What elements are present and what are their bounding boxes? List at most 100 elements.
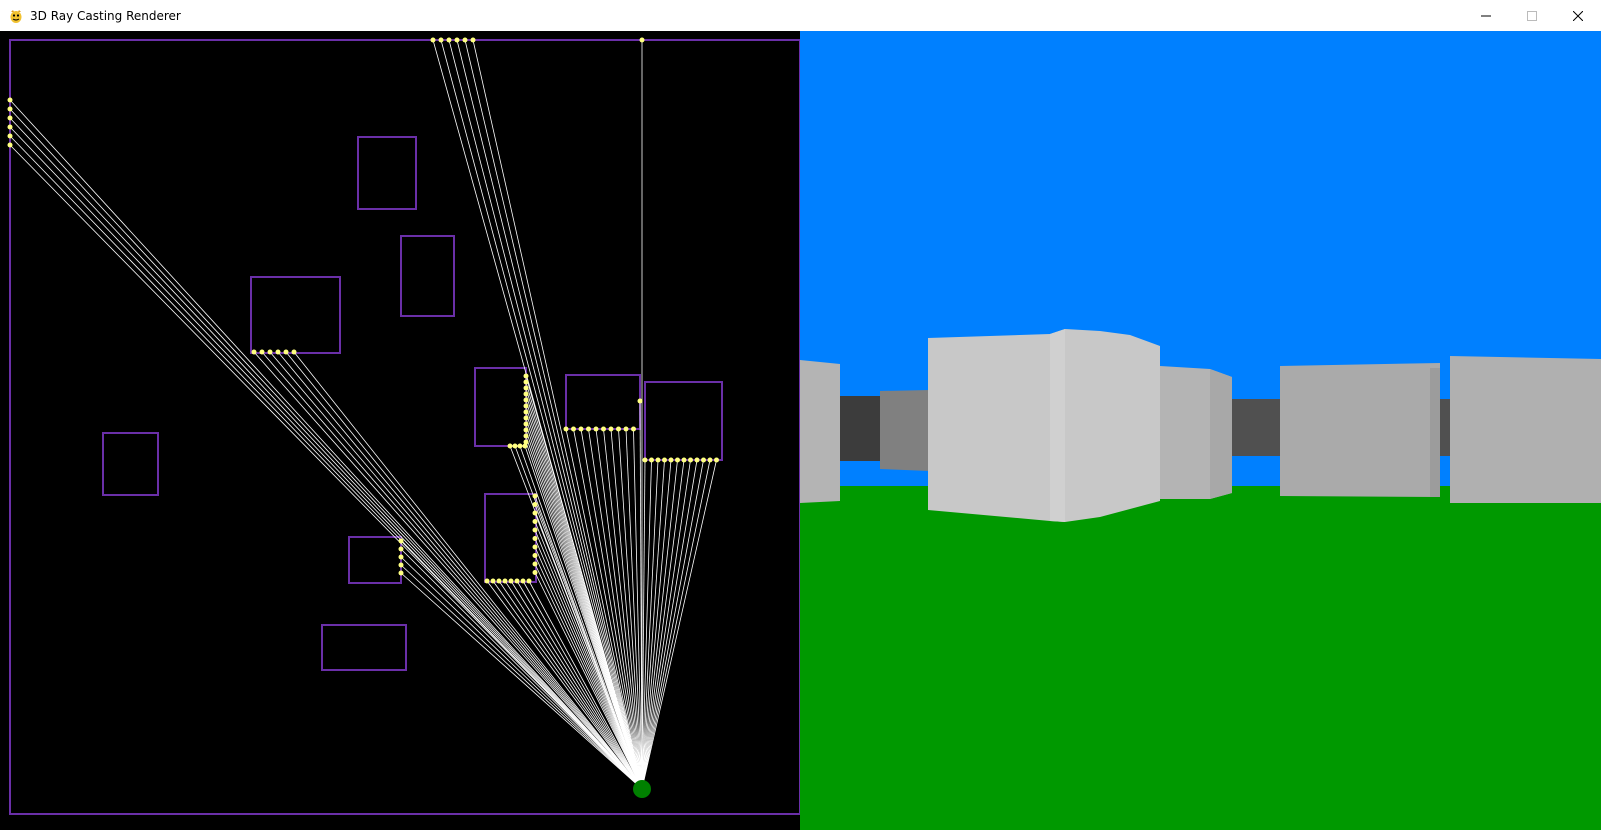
maximize-icon (1527, 10, 1537, 21)
close-button[interactable] (1555, 0, 1601, 31)
wall-small (880, 390, 930, 471)
ray-hit-point (701, 457, 706, 463)
ray-hit-point (637, 398, 643, 404)
ray-line (534, 529, 643, 790)
ray-hit-point (259, 349, 265, 355)
ray-hit-point (623, 426, 629, 432)
ray-hit-point (502, 578, 508, 584)
ray-hit-point (7, 97, 13, 103)
ray-hit-point (532, 536, 538, 541)
ray-hit-point (714, 457, 719, 463)
ray-hit-point (532, 544, 538, 550)
ray-line (534, 546, 643, 790)
ray-line (641, 459, 678, 790)
ray-hit-point (522, 443, 528, 449)
ray-hit-point (523, 391, 529, 397)
ray-hit-point (7, 115, 13, 121)
ray-hit-point (7, 124, 13, 130)
ray-hit-point (532, 519, 538, 524)
ray-line (440, 39, 643, 790)
ray-hit-point (490, 578, 496, 584)
ray-line (285, 351, 643, 790)
wall-right-block-1 (1280, 363, 1440, 497)
ray-hit-point (532, 570, 538, 575)
ray-line (253, 351, 643, 790)
first-person-view (800, 31, 1601, 830)
ray-hit-point (526, 578, 532, 584)
ray-hit-point (291, 349, 297, 355)
ray-hit-point (523, 379, 529, 385)
ray-hit-point (523, 427, 529, 433)
ray-hit-point (514, 578, 520, 584)
ray-line (277, 351, 643, 790)
ray-hit-point (470, 37, 476, 43)
ray-line (9, 99, 643, 790)
ray-hit-point (532, 527, 538, 533)
wall-front-block (928, 329, 1160, 522)
wall-slice (838, 396, 883, 461)
ray-hit-point (512, 443, 518, 449)
ray-hit-point (438, 37, 444, 43)
ray-hit-point (398, 546, 404, 552)
ray-hit-point (7, 133, 13, 139)
ray-hit-point (446, 37, 452, 43)
ray-hit-point (508, 578, 514, 584)
ray-hit-point (655, 457, 661, 463)
ray-line (9, 117, 643, 790)
ray-hit-point (707, 457, 713, 463)
wall-rect (9, 39, 800, 815)
wall-rect (400, 235, 455, 317)
ray-hit-point (532, 553, 538, 558)
wall-right-block-2 (1450, 356, 1601, 503)
ray-hit-point (462, 37, 468, 43)
ray-hit-point (668, 457, 674, 463)
ray-line (641, 459, 711, 790)
ray-hit-point (578, 426, 584, 432)
ray-hit-point (694, 457, 700, 463)
ray-line (9, 126, 643, 790)
pygame-icon (8, 8, 24, 24)
ray-hit-point (523, 373, 529, 379)
ray-hit-point (523, 403, 529, 409)
ray-hit-points (7, 37, 719, 584)
ray-hit-point (523, 397, 529, 403)
ray-hit-point (275, 349, 281, 355)
wall-left-edge (800, 360, 840, 503)
ray-fan (9, 39, 717, 790)
ray-hit-point (7, 142, 13, 148)
ray-hit-point (571, 426, 576, 432)
ray-line (269, 351, 643, 790)
ray-hit-point (398, 554, 404, 560)
ray-line (456, 39, 643, 790)
window-controls (1463, 0, 1601, 31)
ray-hit-point (532, 502, 538, 507)
ray-hit-point (523, 385, 529, 391)
ray-line (524, 445, 643, 790)
ray-hit-point (688, 457, 693, 463)
minimize-button[interactable] (1463, 0, 1509, 31)
ray-hit-point (532, 493, 538, 499)
ray-hit-point (398, 562, 404, 568)
wall-rect (484, 493, 537, 583)
ray-hit-point (484, 578, 490, 584)
ray-hit-point (616, 426, 621, 432)
wall-rect (357, 136, 417, 210)
ray-hit-point (523, 421, 529, 427)
ray-line (448, 39, 643, 790)
ray-hit-point (507, 443, 513, 449)
ray-line (293, 351, 643, 790)
ray-hit-point (251, 349, 257, 355)
map-walls (9, 39, 800, 815)
maximize-button[interactable] (1509, 0, 1555, 31)
ray-hit-point (642, 457, 648, 463)
title-bar[interactable]: 3D Ray Casting Renderer (0, 0, 1601, 32)
ray-hit-point (586, 426, 591, 432)
ray-hit-point (681, 457, 687, 463)
ray-hit-point (430, 37, 436, 43)
ray-hit-point (649, 457, 654, 463)
ray-hit-point (662, 457, 667, 463)
wall-rect (102, 432, 159, 496)
ray-hit-point (523, 433, 529, 439)
wall-rect (348, 536, 402, 584)
ray-hit-point (520, 578, 526, 584)
